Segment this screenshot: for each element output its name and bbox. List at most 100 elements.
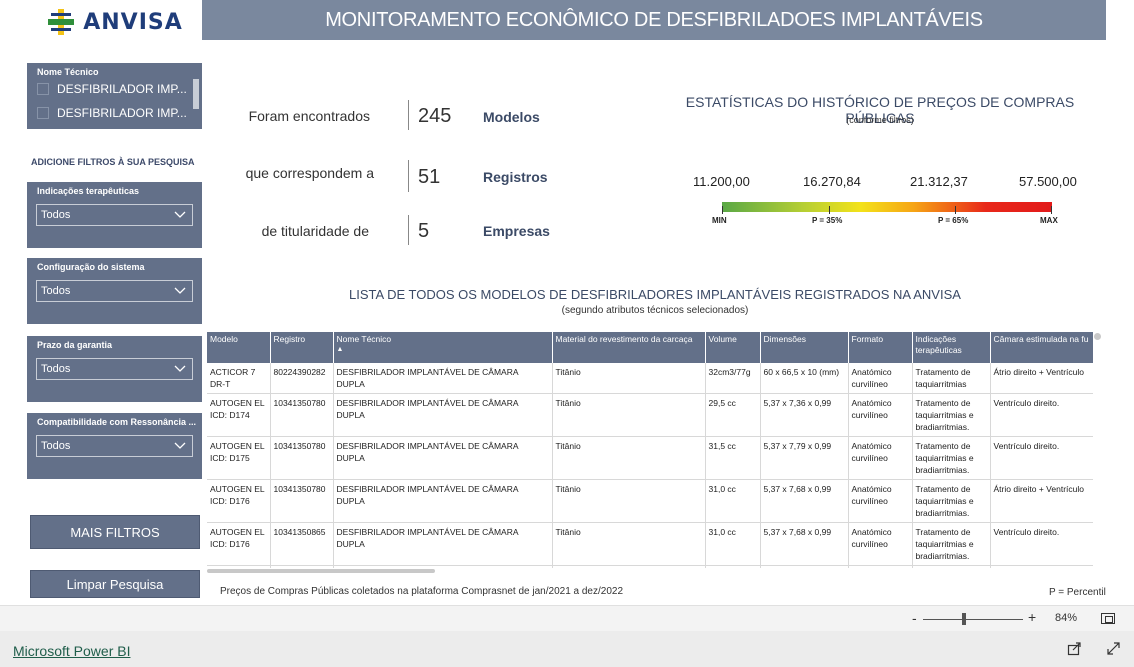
zoom-in-button[interactable]: + xyxy=(1028,609,1036,625)
table-cell: 29,5 cc xyxy=(705,393,761,437)
column-header[interactable]: Volume xyxy=(705,332,761,363)
table-cell: ACTICOR 7 DR-T xyxy=(207,363,271,394)
column-header[interactable]: Câmara estimulada na fu xyxy=(990,332,1093,363)
slicer-scrollbar[interactable] xyxy=(193,79,199,109)
bar-label-p35: P = 35% xyxy=(812,216,843,225)
more-filters-button[interactable]: MAIS FILTROS xyxy=(30,515,200,549)
table-cell: 10341350865 xyxy=(270,522,334,566)
price-p35: 16.270,84 xyxy=(803,174,861,189)
summary-label: que correspondem a xyxy=(245,165,374,181)
summary-value: 5 xyxy=(418,220,430,242)
table-header-row: Modelo Registro Nome Técnico ▲ Material d… xyxy=(207,332,1093,363)
price-min: 11.200,00 xyxy=(693,174,750,189)
summary-unit: Empresas xyxy=(483,223,550,239)
table-cell: Anatómico curvilíneo xyxy=(848,436,913,480)
column-header[interactable]: Indicações terapêuticas xyxy=(912,332,991,363)
table-cell: 5,37 x 7,79 x 0,99 xyxy=(760,436,849,480)
table-row[interactable]: AUTOGEN EL ICD: D175 10341350780 DESFIBRIL… xyxy=(207,436,1093,480)
footnote: Preços de Compras Públicas coletados na … xyxy=(220,586,624,597)
zoom-slider-thumb[interactable] xyxy=(962,613,966,625)
filter-indicacoes: Indicações terapêuticas Todos xyxy=(27,182,202,248)
bar-label-min: MIN xyxy=(712,216,727,225)
zoom-level: 84% xyxy=(1055,612,1078,624)
table-cell: 5,37 x 7,68 x 0,99 xyxy=(760,522,849,566)
summary-unit: Registros xyxy=(483,169,548,185)
table-cell: 32cm3/77g xyxy=(705,363,761,394)
table-cell: 10341350780 xyxy=(270,436,334,480)
bar-label-max: MAX xyxy=(1040,216,1058,225)
table-vertical-scrollbar[interactable] xyxy=(1094,333,1101,340)
tick-p35 xyxy=(829,206,830,214)
table-cell: Átrio direito + Ventrículo xyxy=(990,363,1093,394)
summary-label: Foram encontrados xyxy=(248,108,370,124)
filter-configuracao: Configuração do sistema Todos xyxy=(27,258,202,324)
share-icon[interactable] xyxy=(1067,641,1082,656)
chevron-down-icon xyxy=(174,442,186,449)
table-cell: Ventrículo direito. xyxy=(990,522,1093,566)
table-cell: Ventrículo direito. xyxy=(990,393,1093,437)
column-header[interactable]: Material do revestimento da carcaça xyxy=(552,332,706,363)
table-row[interactable]: AUTOGEN EL ICD: D17710341350780DESFIBRIL… xyxy=(207,565,1093,568)
slicer-title: Nome Técnico xyxy=(37,67,99,77)
column-header[interactable]: Modelo xyxy=(207,332,271,363)
fullscreen-icon[interactable] xyxy=(1106,641,1121,656)
chevron-down-icon xyxy=(174,211,186,218)
slicer-option[interactable]: DESFIBRILADOR IMP... xyxy=(27,77,202,101)
table-row[interactable]: ACTICOR 7 DR-T 80224390282 DESFIBRILADOR I… xyxy=(207,363,1093,394)
column-header-sorted[interactable]: Nome Técnico ▲ xyxy=(333,332,553,363)
table-cell: 31,5 cc xyxy=(705,436,761,480)
fit-to-page-icon[interactable] xyxy=(1101,613,1115,624)
checkbox[interactable] xyxy=(37,83,49,95)
list-title: LISTA DE TODOS OS MODELOS DE DESFIBRILAD… xyxy=(349,287,961,302)
filter-dropdown[interactable]: Todos xyxy=(36,358,193,380)
models-table[interactable]: Modelo Registro Nome Técnico ▲ Material d… xyxy=(207,332,1093,568)
table-cell: 5,37 x 7,79 x 0,99 xyxy=(760,565,849,568)
summary-label: de titularidade de xyxy=(261,223,369,239)
chevron-down-icon xyxy=(174,365,186,372)
table-cell: Anatómico curvilíneo xyxy=(848,522,913,566)
summary-value: 245 xyxy=(418,105,452,127)
table-row[interactable]: AUTOGEN EL ICD: D174 10341350780 DESFIBRIL… xyxy=(207,393,1093,437)
tick-min xyxy=(722,206,723,214)
table-cell: DESFIBRILADOR IMPLANTÁVEL DE CÂMARA DUPL… xyxy=(333,363,553,394)
sort-ascending-icon: ▲ xyxy=(336,346,344,353)
table-cell: Átrio direito + Ventrículo xyxy=(990,479,1093,523)
table-cell: Titânio xyxy=(552,363,706,394)
zoom-out-button[interactable]: - xyxy=(912,610,917,626)
anvisa-logo: ANVISA xyxy=(44,2,184,42)
table-horizontal-scrollbar[interactable] xyxy=(207,569,435,573)
checkbox[interactable] xyxy=(37,107,49,119)
table-cell: Tratamento de taquiarritmias e bradiarri… xyxy=(912,393,991,437)
clear-search-button[interactable]: Limpar Pesquisa xyxy=(30,570,200,598)
slicer-option-label: DESFIBRILADOR IMP... xyxy=(57,106,187,120)
column-header[interactable]: Registro xyxy=(270,332,334,363)
zoom-slider-track[interactable] xyxy=(923,619,1023,620)
filter-dropdown[interactable]: Todos xyxy=(36,280,193,302)
table-cell: DESFIBRILADOR IMPLANTÁVEL DE CÂMARA DUPL… xyxy=(333,436,553,480)
table-cell: Tratamento de taquiarritmias e bradiarri… xyxy=(912,436,991,480)
divider xyxy=(408,215,409,245)
slicer-option[interactable]: DESFIBRILADOR IMP... xyxy=(27,101,202,125)
column-header[interactable]: Formato xyxy=(848,332,913,363)
table-cell: AUTOGEN EL ICD: D176 xyxy=(207,479,271,523)
summary-value: 51 xyxy=(418,166,441,188)
zoom-bar: - + 84% xyxy=(0,605,1134,631)
page-title: MONITORAMENTO ECONÔMICO DE DESFIBRILADOE… xyxy=(202,0,1106,40)
anvisa-emblem-icon xyxy=(48,9,75,35)
add-filters-label: ADICIONE FILTROS À SUA PESQUISA xyxy=(31,157,195,167)
table-cell: DESFIBRILADOR IMPLANTÁVEL DE CÂMARA DUPL… xyxy=(333,393,553,437)
dropdown-value: Todos xyxy=(41,285,71,297)
price-max: 57.500,00 xyxy=(1019,174,1077,189)
filter-dropdown[interactable]: Todos xyxy=(36,435,193,457)
bar-label-p65: P = 65% xyxy=(938,216,969,225)
filter-title: Configuração do sistema xyxy=(37,262,145,272)
table-row[interactable]: AUTOGEN EL ICD: D176 10341350865 DESFIBRIL… xyxy=(207,522,1093,566)
table-row[interactable]: AUTOGEN EL ICD: D176 10341350780 DESFIBRIL… xyxy=(207,479,1093,523)
dropdown-value: Todos xyxy=(41,440,71,452)
filter-dropdown[interactable]: Todos xyxy=(36,204,193,226)
column-header[interactable]: Dimensões xyxy=(760,332,849,363)
table-cell: AUTOGEN EL ICD: D176 xyxy=(207,522,271,566)
table-cell: Ventrículo direito. xyxy=(990,436,1093,480)
power-bi-link[interactable]: Microsoft Power BI xyxy=(13,643,130,659)
summary-unit: Modelos xyxy=(483,109,540,125)
